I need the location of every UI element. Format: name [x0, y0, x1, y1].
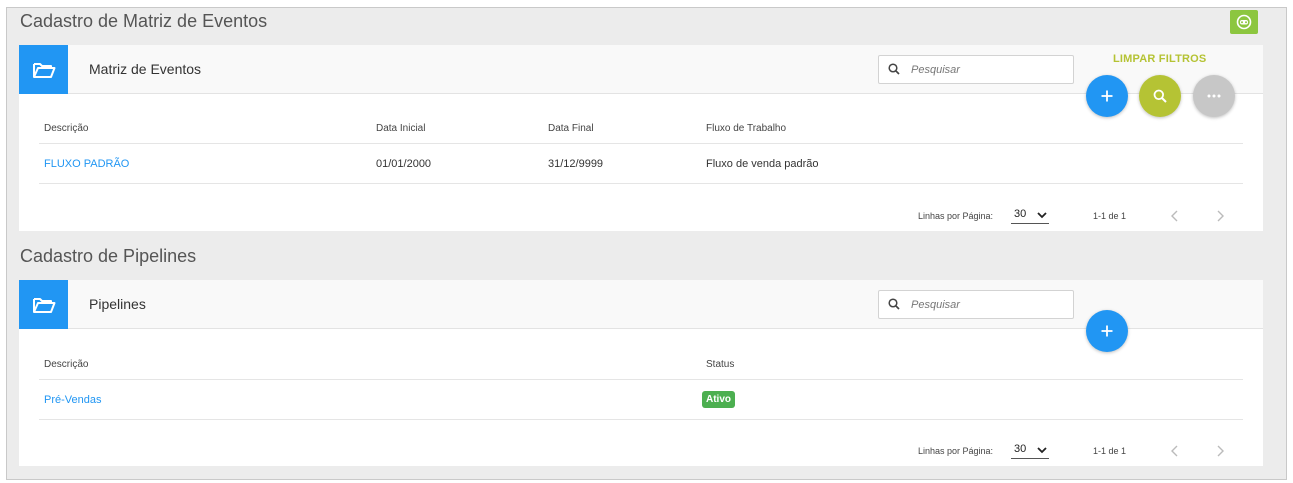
page-frame: Cadastro de Matriz de Eventos Matriz de … [6, 7, 1287, 480]
col-head-status: Status [706, 359, 735, 370]
plus-icon [1101, 325, 1113, 337]
pipelines-search-input[interactable] [911, 296, 1066, 314]
row-fluxo: Fluxo de venda padrão [706, 158, 819, 170]
table-row-divider [39, 183, 1243, 184]
rows-per-page-value: 30 [1014, 443, 1027, 455]
col-head-data-inicial: Data Inicial [376, 123, 426, 134]
row-descricao-link[interactable]: FLUXO PADRÃO [44, 158, 129, 170]
rows-per-page-label: Linhas por Página: [918, 211, 994, 221]
search-icon [1153, 89, 1167, 103]
pipelines-search[interactable] [878, 290, 1074, 319]
chevron-left-icon[interactable] [1169, 210, 1181, 222]
matriz-card: Matriz de Eventos LIMPAR FILTROS [19, 45, 1263, 231]
search-icon [888, 63, 900, 75]
matriz-add-button[interactable] [1086, 75, 1128, 117]
matriz-search[interactable] [878, 55, 1074, 84]
table-row-divider [39, 419, 1243, 420]
pipelines-card-title: Pipelines [89, 296, 146, 312]
matriz-more-button[interactable] [1193, 75, 1235, 117]
chevron-right-icon[interactable] [1214, 210, 1226, 222]
table-header-divider [39, 379, 1243, 380]
pipelines-add-button[interactable] [1086, 310, 1128, 352]
chevron-right-icon[interactable] [1214, 445, 1226, 457]
folder-open-icon [32, 297, 55, 313]
pipelines-card: Pipelines Descrição Status Pré-Vendas At… [19, 280, 1263, 466]
matriz-card-title: Matriz de Eventos [89, 61, 202, 77]
section-title-matriz: Cadastro de Matriz de Eventos [20, 11, 268, 31]
chevron-down-icon [1037, 447, 1047, 454]
col-head-fluxo: Fluxo de Trabalho [706, 123, 787, 134]
plus-icon [1101, 90, 1113, 102]
row-descricao-link[interactable]: Pré-Vendas [44, 394, 101, 406]
status-badge: Ativo [702, 391, 735, 408]
table-header-divider [39, 143, 1243, 144]
section-title-pipelines: Cadastro de Pipelines [20, 246, 197, 266]
col-head-descricao: Descrição [44, 359, 89, 370]
matriz-search-input[interactable] [911, 61, 1066, 79]
robot-button[interactable] [1230, 10, 1258, 34]
row-data-inicial: 01/01/2000 [376, 158, 432, 170]
pager-range: 1-1 de 1 [1093, 446, 1127, 456]
chevron-down-icon [1037, 212, 1047, 219]
row-data-final: 31/12/9999 [548, 158, 604, 170]
folder-open-icon [32, 62, 55, 78]
rows-per-page-select[interactable]: 30 [1011, 443, 1049, 459]
matriz-search-button[interactable] [1139, 75, 1181, 117]
ellipsis-icon [1207, 94, 1221, 98]
pipelines-card-header: Pipelines [19, 280, 1263, 329]
col-head-data-final: Data Final [548, 123, 594, 134]
pipelines-folder-badge [19, 280, 68, 329]
search-icon [888, 298, 900, 310]
robot-icon [1236, 14, 1252, 30]
col-head-descricao: Descrição [44, 123, 89, 134]
chevron-left-icon[interactable] [1169, 445, 1181, 457]
rows-per-page-label: Linhas por Página: [918, 446, 994, 456]
clear-filters-link[interactable]: LIMPAR FILTROS [1113, 53, 1206, 65]
matriz-card-header: Matriz de Eventos LIMPAR FILTROS [19, 45, 1263, 94]
pager-range: 1-1 de 1 [1093, 211, 1127, 221]
rows-per-page-value: 30 [1014, 208, 1027, 220]
matriz-folder-badge [19, 45, 68, 94]
rows-per-page-select[interactable]: 30 [1011, 208, 1049, 224]
